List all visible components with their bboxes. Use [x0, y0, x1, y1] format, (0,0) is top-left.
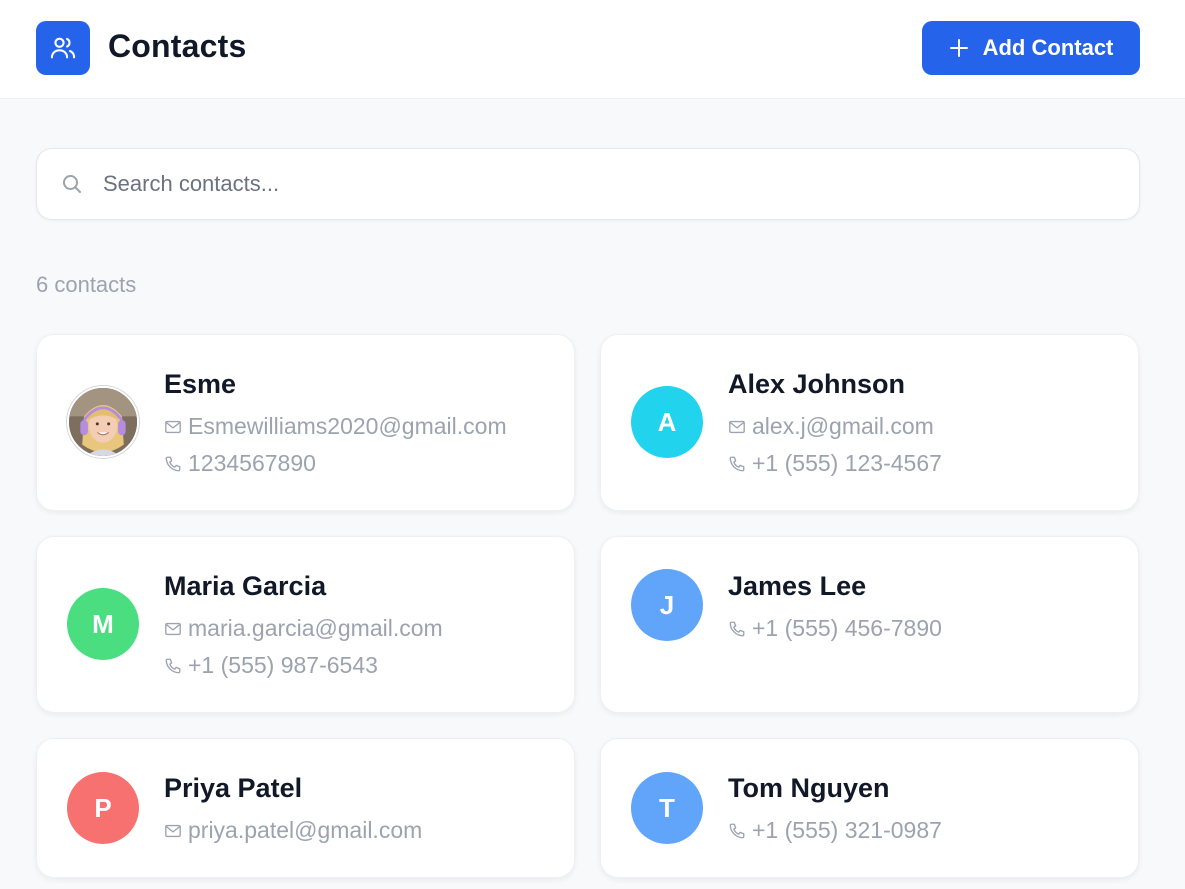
contact-card[interactable]: T Tom Nguyen +1 (555) 321-0987 [600, 738, 1139, 878]
avatar [67, 386, 139, 458]
contact-phone: 1234567890 [164, 450, 510, 477]
avatar: A [631, 386, 703, 458]
avatar: P [67, 772, 139, 844]
email-text: priya.patel@gmail.com [188, 817, 423, 843]
email-text: alex.j@gmail.com [752, 413, 934, 439]
mail-icon [729, 420, 745, 433]
email-text: maria.garcia@gmail.com [188, 615, 443, 641]
contact-count: 6 contacts [36, 272, 137, 297]
page-title: Contacts [108, 28, 247, 64]
contact-phone: +1 (555) 456-7890 [728, 615, 1074, 642]
avatar: J [631, 569, 703, 641]
contact-phone: +1 (555) 987-6543 [164, 652, 510, 679]
search-input[interactable] [103, 166, 1103, 202]
users-icon [36, 21, 90, 75]
mail-icon [165, 622, 181, 635]
contact-name: Maria Garcia [164, 571, 327, 601]
add-contact-button[interactable]: Add Contact [922, 21, 1140, 75]
contact-email: maria.garcia@gmail.com [164, 615, 510, 642]
contact-phone: +1 (555) 321-0987 [728, 817, 1074, 844]
plus-icon [949, 39, 968, 57]
contact-name: Priya Patel [164, 773, 303, 803]
phone-text: +1 (555) 321-0987 [752, 817, 942, 843]
contact-name: Alex Johnson [728, 369, 906, 399]
avatar: T [631, 772, 703, 844]
phone-text: +1 (555) 456-7890 [752, 615, 942, 641]
phone-icon [729, 456, 745, 471]
phone-text: +1 (555) 123-4567 [752, 450, 942, 476]
contact-card[interactable]: J James Lee +1 (555) 456-7890 [600, 536, 1139, 713]
contact-email: priya.patel@gmail.com [164, 817, 510, 844]
header: Contacts Add Contact [0, 0, 1185, 99]
contact-card[interactable]: P Priya Patel priya.patel@gmail.com [36, 738, 575, 878]
add-contact-label: Add Contact [982, 35, 1114, 60]
contact-name: James Lee [728, 571, 867, 601]
phone-icon [729, 823, 745, 838]
contact-email: Esmewilliams2020@gmail.com [164, 413, 510, 440]
search-icon [63, 175, 81, 193]
phone-icon [165, 456, 181, 471]
phone-icon [165, 658, 181, 673]
contact-email: alex.j@gmail.com [728, 413, 1074, 440]
mail-icon [165, 824, 181, 837]
contact-card[interactable]: A Alex Johnson alex.j@gmail.com +1 (555)… [600, 334, 1139, 511]
contact-name: Tom Nguyen [728, 773, 890, 803]
contact-card[interactable]: Esme Esmewilliams2020@gmail.com 12345678… [36, 334, 575, 511]
phone-text: 1234567890 [188, 450, 316, 476]
avatar: M [67, 588, 139, 660]
contact-phone: +1 (555) 123-4567 [728, 450, 1074, 477]
contact-card[interactable]: M Maria Garcia maria.garcia@gmail.com +1… [36, 536, 575, 713]
contact-name: Esme [164, 369, 237, 399]
phone-icon [729, 621, 745, 636]
email-text: Esmewilliams2020@gmail.com [188, 413, 507, 439]
mail-icon [165, 420, 181, 433]
phone-text: +1 (555) 987-6543 [188, 652, 378, 678]
